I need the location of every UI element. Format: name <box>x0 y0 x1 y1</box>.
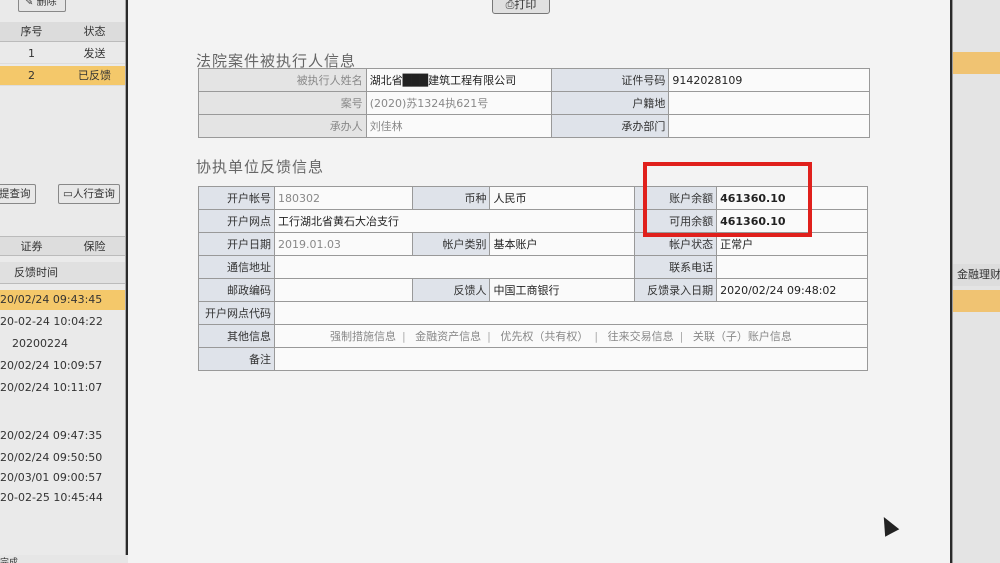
list-item[interactable]: 20-02-24 10:04:22 <box>0 312 125 332</box>
list-item[interactable]: 20/02/24 09:50:50 <box>0 448 125 468</box>
link-sub-accounts[interactable]: 关联（子）账户信息 <box>693 330 792 343</box>
cert-value: 9142028109 <box>668 68 870 92</box>
table-row[interactable]: 1 发送 <box>0 44 125 64</box>
account-type-label: 帐户类别 <box>411 232 491 256</box>
list-item[interactable]: 20200224 <box>0 334 125 354</box>
case-value: (2020)苏1324执621号 <box>365 91 552 115</box>
case-label: 案号 <box>198 91 367 115</box>
feedback-person-value: 中国工商银行 <box>489 278 636 302</box>
list-item[interactable]: 20/02/24 09:43:45 <box>0 290 125 310</box>
col-header-status: 状态 <box>83 25 106 38</box>
dept-value <box>668 114 870 138</box>
entry-date-label: 反馈录入日期 <box>634 278 718 302</box>
link-financial-assets[interactable]: 金融资产信息 <box>415 330 481 343</box>
left-panel: ✎ 删除 序号 状态 1 发送 2 已反馈 提查询 ▭人行查询 证券 保险 反馈… <box>0 0 126 563</box>
address-label: 通信地址 <box>198 255 275 279</box>
edit-icon: ✎ <box>25 0 34 8</box>
branch-label: 开户网点 <box>198 209 275 233</box>
household-value <box>668 91 870 115</box>
balance-highlight-box <box>643 162 812 237</box>
handler-value: 刘佳林 <box>365 114 552 138</box>
feedback-person-label: 反馈人 <box>411 278 491 302</box>
currency-value: 人民币 <box>489 186 636 210</box>
list-item[interactable]: 20/02/24 10:09:57 <box>0 356 125 376</box>
postal-label: 邮政编码 <box>198 278 275 302</box>
right-panel: 金融理财 <box>952 0 1000 563</box>
name-label: 被执行人姓名 <box>198 68 367 92</box>
address-value <box>273 255 636 279</box>
list-item[interactable]: 20/02/24 09:47:35 <box>0 426 125 446</box>
list-item[interactable]: 20-02-25 10:45:44 <box>0 488 125 508</box>
list-item[interactable]: 20/03/01 09:00:57 <box>0 468 125 488</box>
pboc-query-button[interactable]: ▭人行查询 <box>58 184 120 204</box>
name-value: 湖北省███建筑工程有限公司 <box>365 68 552 92</box>
household-label: 户籍地 <box>550 91 670 115</box>
other-info-links: 强制措施信息 | 金融资产信息 | 优先权（共有权） | 往来交易信息 | 关联（子）账… <box>273 324 869 348</box>
col-header-no: 序号 <box>20 25 43 38</box>
court-info-table: 被执行人姓名 湖北省███建筑工程有限公司 证件号码 9142028109 案号… <box>198 68 870 138</box>
tab-insurance[interactable]: 保险 <box>63 237 125 255</box>
tab-securities[interactable]: 证券 <box>0 237 63 255</box>
open-date-label: 开户日期 <box>198 232 275 256</box>
entry-date-value: 2020/02/24 09:48:02 <box>716 278 868 302</box>
selected-row[interactable] <box>953 290 1000 312</box>
table-row-selected[interactable]: 2 已反馈 <box>0 66 125 86</box>
task-grid-header: 序号 状态 <box>0 22 125 42</box>
delete-button[interactable]: ✎ 删除 <box>18 0 66 12</box>
status-bar: 完成 <box>0 555 128 563</box>
account-no-label: 开户帐号 <box>198 186 275 210</box>
mouse-cursor-icon <box>876 513 900 537</box>
link-priority[interactable]: 优先权（共有权） <box>500 330 588 343</box>
remark-label: 备注 <box>198 347 275 371</box>
phone-value <box>716 255 868 279</box>
phone-label: 联系电话 <box>634 255 718 279</box>
dept-label: 承办部门 <box>550 114 670 138</box>
remark-value <box>273 347 869 371</box>
list-item[interactable]: 20/02/24 10:11:07 <box>0 378 125 398</box>
query-button[interactable]: 提查询 <box>0 184 36 204</box>
link-transactions[interactable]: 往来交易信息 <box>608 330 674 343</box>
handler-label: 承办人 <box>198 114 367 138</box>
open-date-value: 2019.01.03 <box>273 232 413 256</box>
category-tabs: 证券 保险 <box>0 236 125 256</box>
branch-code-value <box>273 301 869 325</box>
link-enforcement[interactable]: 强制措施信息 <box>330 330 396 343</box>
account-type-value: 基本账户 <box>489 232 636 256</box>
window-icon: ▭ <box>63 188 73 200</box>
cert-label: 证件号码 <box>550 68 670 92</box>
other-info-label: 其他信息 <box>198 324 275 348</box>
report-document: ⎙打印 法院案件被执行人信息 被执行人姓名 湖北省███建筑工程有限公司 证件号… <box>128 0 950 563</box>
branch-value: 工行湖北省黄石大冶支行 <box>273 209 636 233</box>
selected-row[interactable] <box>953 52 1000 74</box>
currency-label: 币种 <box>411 186 491 210</box>
branch-code-label: 开户网点代码 <box>198 301 275 325</box>
section-title-feedback: 协执单位反馈信息 <box>196 158 325 176</box>
print-button[interactable]: ⎙打印 <box>492 0 550 14</box>
account-no-value: 180302 <box>273 186 413 210</box>
postal-value <box>273 278 413 302</box>
right-column-header: 金融理财 <box>953 264 1000 286</box>
feedback-time-header: 反馈时间 <box>0 262 125 284</box>
